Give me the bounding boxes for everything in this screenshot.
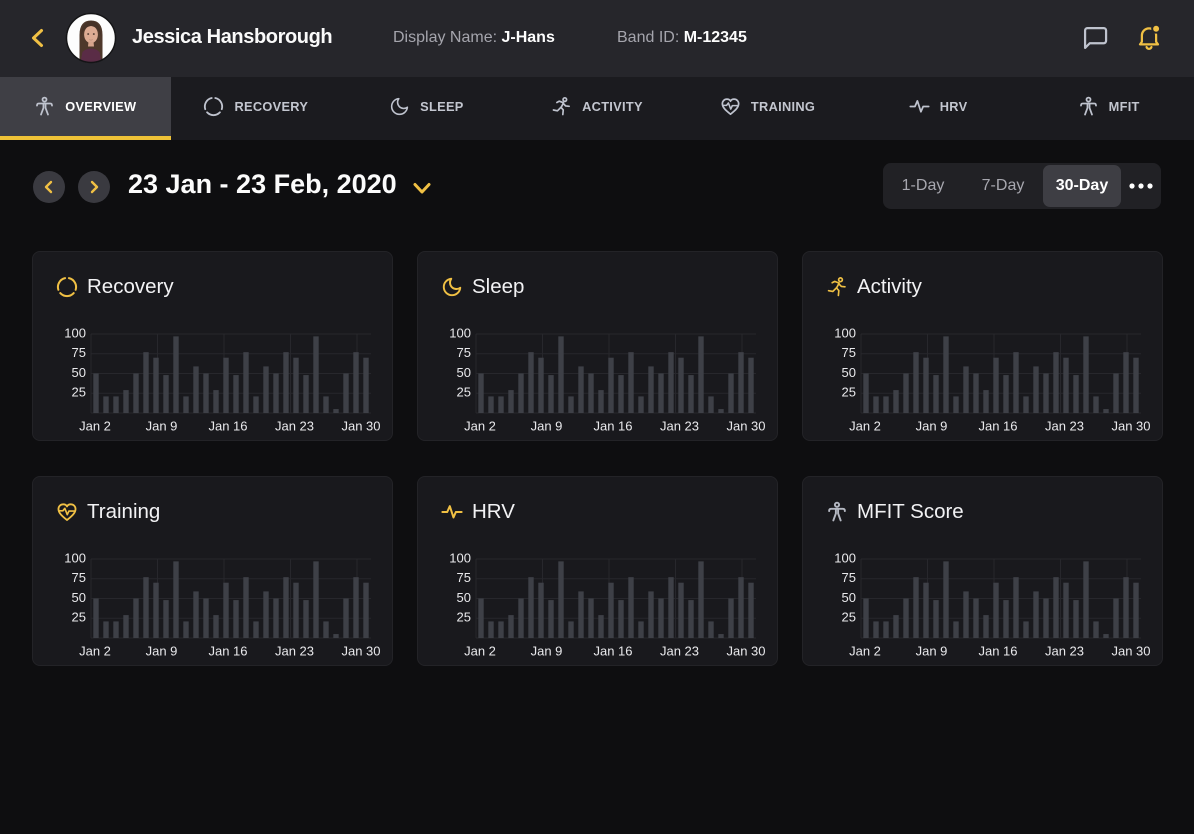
svg-text:25: 25 xyxy=(842,610,856,625)
svg-text:Jan 23: Jan 23 xyxy=(660,644,699,659)
svg-text:Jan 9: Jan 9 xyxy=(916,419,948,434)
svg-text:Jan 2: Jan 2 xyxy=(79,644,111,659)
svg-text:100: 100 xyxy=(449,325,471,340)
svg-text:Jan 2: Jan 2 xyxy=(79,419,111,434)
svg-text:50: 50 xyxy=(457,365,471,380)
svg-text:100: 100 xyxy=(834,550,856,565)
svg-text:25: 25 xyxy=(457,385,471,400)
svg-text:100: 100 xyxy=(449,550,471,565)
svg-text:Jan 16: Jan 16 xyxy=(978,644,1017,659)
svg-text:Jan 2: Jan 2 xyxy=(464,644,496,659)
svg-text:Jan 2: Jan 2 xyxy=(464,419,496,434)
svg-text:Jan 23: Jan 23 xyxy=(1045,419,1084,434)
svg-text:Jan 9: Jan 9 xyxy=(531,644,563,659)
svg-text:Jan 16: Jan 16 xyxy=(978,419,1017,434)
svg-text:75: 75 xyxy=(72,570,86,585)
svg-text:50: 50 xyxy=(72,590,86,605)
svg-text:Jan 23: Jan 23 xyxy=(275,644,314,659)
svg-text:25: 25 xyxy=(457,610,471,625)
svg-text:Jan 9: Jan 9 xyxy=(531,419,563,434)
svg-text:Jan 16: Jan 16 xyxy=(208,644,247,659)
svg-text:Jan 16: Jan 16 xyxy=(593,644,632,659)
svg-text:50: 50 xyxy=(72,365,86,380)
svg-text:50: 50 xyxy=(842,365,856,380)
svg-text:Jan 30: Jan 30 xyxy=(341,644,380,659)
svg-text:100: 100 xyxy=(834,325,856,340)
svg-text:100: 100 xyxy=(64,550,86,565)
svg-text:75: 75 xyxy=(842,345,856,360)
svg-text:50: 50 xyxy=(842,590,856,605)
svg-text:Jan 9: Jan 9 xyxy=(146,419,178,434)
svg-text:25: 25 xyxy=(842,385,856,400)
svg-text:Jan 30: Jan 30 xyxy=(341,419,380,434)
svg-text:Jan 16: Jan 16 xyxy=(593,419,632,434)
svg-text:Jan 16: Jan 16 xyxy=(208,419,247,434)
svg-text:Jan 30: Jan 30 xyxy=(1111,644,1150,659)
svg-text:Jan 30: Jan 30 xyxy=(726,419,765,434)
svg-text:Jan 2: Jan 2 xyxy=(849,644,881,659)
svg-text:Jan 30: Jan 30 xyxy=(1111,419,1150,434)
svg-text:Jan 23: Jan 23 xyxy=(275,419,314,434)
svg-text:75: 75 xyxy=(842,570,856,585)
svg-text:25: 25 xyxy=(72,610,86,625)
svg-text:50: 50 xyxy=(457,590,471,605)
svg-text:Jan 30: Jan 30 xyxy=(726,644,765,659)
svg-text:75: 75 xyxy=(457,570,471,585)
svg-text:Jan 9: Jan 9 xyxy=(916,644,948,659)
svg-text:Jan 23: Jan 23 xyxy=(1045,644,1084,659)
svg-text:75: 75 xyxy=(72,345,86,360)
svg-text:Jan 23: Jan 23 xyxy=(660,419,699,434)
svg-text:25: 25 xyxy=(72,385,86,400)
svg-text:Jan 2: Jan 2 xyxy=(849,419,881,434)
svg-text:Jan 9: Jan 9 xyxy=(146,644,178,659)
svg-text:75: 75 xyxy=(457,345,471,360)
svg-text:100: 100 xyxy=(64,325,86,340)
